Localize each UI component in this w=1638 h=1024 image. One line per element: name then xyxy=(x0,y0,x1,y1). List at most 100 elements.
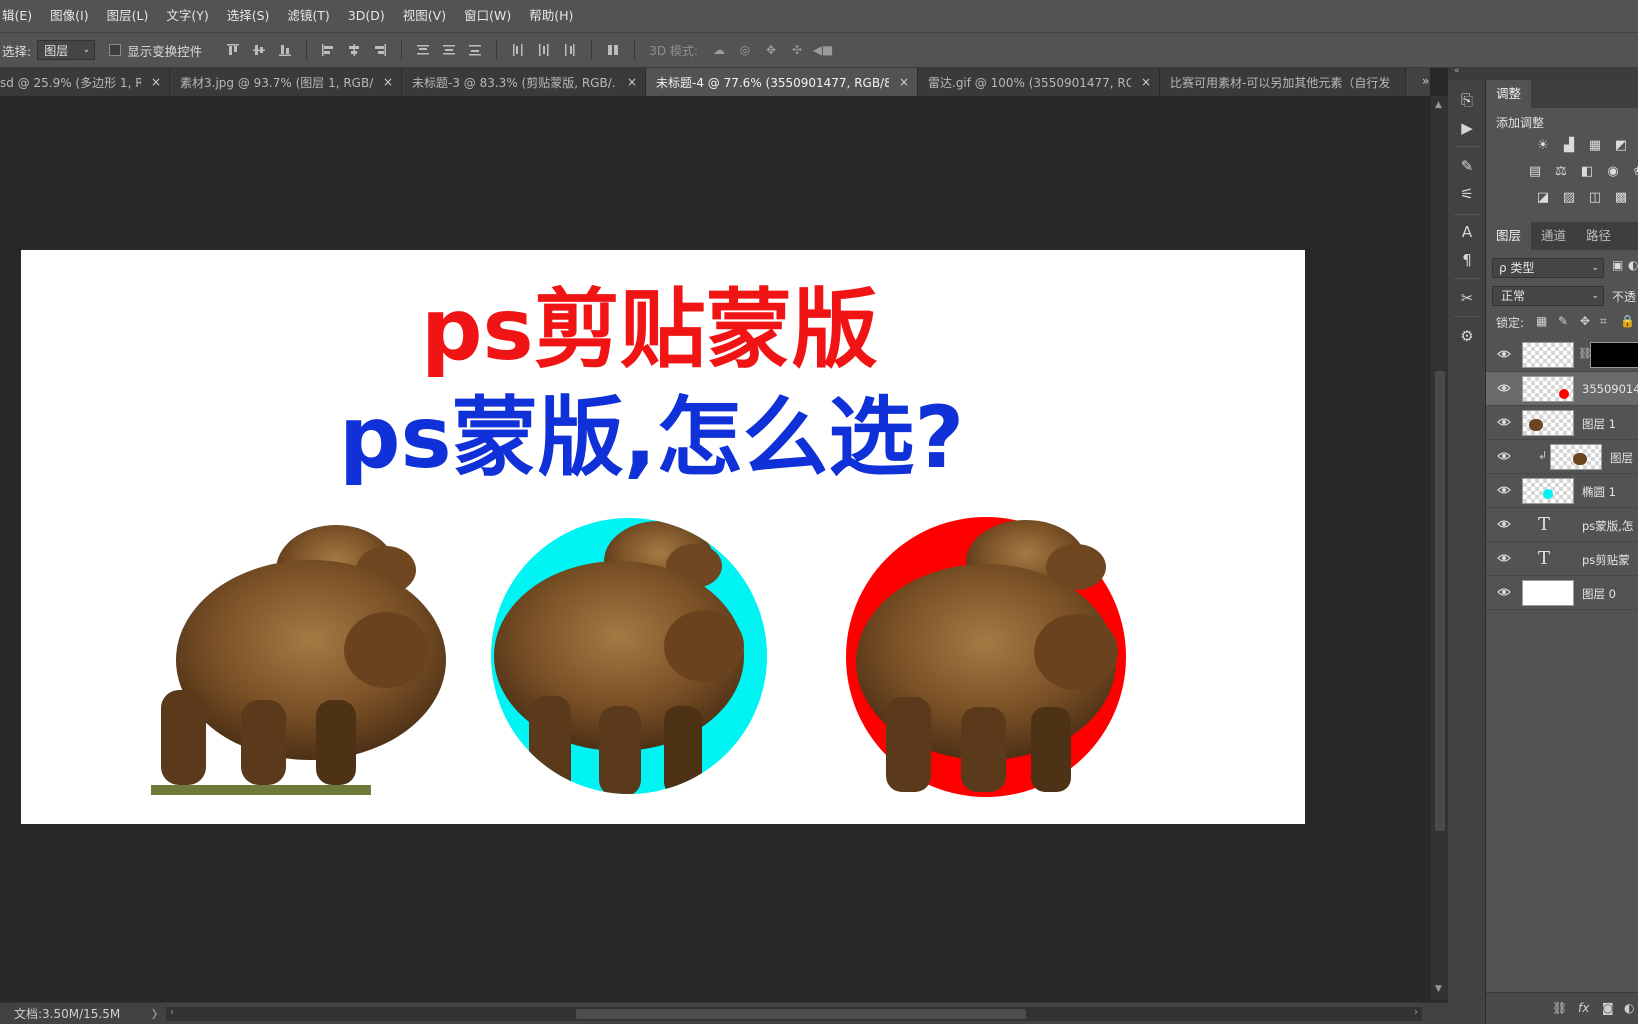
distribute-bottom-icon[interactable] xyxy=(466,41,484,59)
filter-pixel-icon[interactable]: ▣ xyxy=(1612,258,1623,272)
exposure-icon[interactable]: ◩ xyxy=(1612,136,1630,154)
blend-mode-dropdown[interactable]: 正常 ⌄ xyxy=(1492,286,1604,306)
layer-name[interactable]: 355090147 xyxy=(1582,382,1638,396)
posterize-icon[interactable]: ▨ xyxy=(1560,188,1578,206)
3d-pan-icon[interactable]: ✥ xyxy=(762,41,780,59)
close-icon[interactable]: × xyxy=(627,75,637,89)
align-right-icon[interactable] xyxy=(371,41,389,59)
align-left-icon[interactable] xyxy=(319,41,337,59)
scroll-left-icon[interactable]: ‹ xyxy=(170,1007,174,1018)
horizontal-scroll-thumb[interactable] xyxy=(576,1009,1026,1019)
tab-document-6[interactable]: 比赛可用素材-可以另加其他元素（自行发 xyxy=(1160,68,1406,96)
close-icon[interactable]: × xyxy=(151,75,161,89)
align-top-icon[interactable] xyxy=(224,41,242,59)
layer-name[interactable]: 图层 1 xyxy=(1582,416,1616,432)
channel-mixer-icon[interactable]: ❀ xyxy=(1630,162,1638,180)
layer-row[interactable]: 椭圆 1 xyxy=(1486,474,1638,508)
brush-settings-icon[interactable]: ✎ xyxy=(1457,156,1477,176)
layer-name[interactable]: ps蒙版,怎 xyxy=(1582,518,1633,534)
tab-document-5[interactable]: 雷达.gif @ 100% (3550901477, RGB... × xyxy=(918,68,1160,96)
layer-row[interactable]: 图层 1 xyxy=(1486,406,1638,440)
fx-icon[interactable]: fx xyxy=(1578,1001,1589,1015)
threshold-icon[interactable]: ◫ xyxy=(1586,188,1604,206)
horizontal-scrollbar[interactable]: ‹ › xyxy=(166,1007,1422,1021)
show-transform-checkbox[interactable] xyxy=(109,44,122,56)
align-vcenter-icon[interactable] xyxy=(250,41,268,59)
lock-position-icon[interactable]: ✥ xyxy=(1580,314,1590,328)
close-icon[interactable]: × xyxy=(899,75,909,89)
document-size-status[interactable]: 文档:3.50M/15.5M xyxy=(14,1005,150,1022)
3d-scale-icon[interactable]: ◀■ xyxy=(813,41,834,59)
eye-icon[interactable] xyxy=(1497,383,1511,393)
properties-icon[interactable]: ⚙ xyxy=(1457,326,1477,346)
layer-row-selected[interactable]: 355090147 xyxy=(1486,372,1638,406)
menu-filter[interactable]: 滤镜(T) xyxy=(278,0,338,32)
scroll-up-icon[interactable]: ▲ xyxy=(1435,100,1442,110)
tab-layers[interactable]: 图层 xyxy=(1486,222,1532,250)
tab-document-1[interactable]: sd @ 25.9% (多边形 1, R... × xyxy=(0,68,170,96)
3d-slide-icon[interactable]: ✣ xyxy=(788,41,806,59)
black-white-icon[interactable]: ◧ xyxy=(1578,162,1596,180)
auto-select-dropdown[interactable]: 图层 ⌄ xyxy=(37,40,96,60)
filter-adjustment-icon[interactable]: ◐ xyxy=(1628,258,1638,272)
menu-window[interactable]: 窗口(W) xyxy=(455,0,520,32)
adjustment-layer-icon[interactable]: ◐ xyxy=(1624,1001,1634,1015)
hue-saturation-icon[interactable]: ▤ xyxy=(1526,162,1544,180)
menu-image[interactable]: 图像(I) xyxy=(41,0,97,32)
vertical-scrollbar[interactable]: ▲ ▼ xyxy=(1430,96,1448,1000)
eye-icon[interactable] xyxy=(1497,417,1511,427)
tab-overflow-icon[interactable]: » xyxy=(1422,74,1429,88)
layer-name[interactable]: 椭圆 1 xyxy=(1582,484,1616,500)
layer-name[interactable]: 图层 0 xyxy=(1582,586,1616,602)
paragraph-icon[interactable]: ¶ xyxy=(1457,250,1477,270)
menu-layer[interactable]: 图层(L) xyxy=(98,0,158,32)
lock-image-icon[interactable]: ✎ xyxy=(1558,314,1568,328)
layer-filter-dropdown[interactable]: ρ 类型 ⌄ xyxy=(1492,258,1604,278)
lock-artboard-icon[interactable]: ⌗ xyxy=(1600,314,1607,329)
photo-filter-icon[interactable]: ◉ xyxy=(1604,162,1622,180)
lock-transparent-icon[interactable]: ▦ xyxy=(1536,314,1547,328)
layer-row[interactable]: ↲ 图层 xyxy=(1486,440,1638,474)
tab-document-3[interactable]: 未标题-3 @ 83.3% (剪贴蒙版, RGB/... × xyxy=(402,68,646,96)
eye-icon[interactable] xyxy=(1497,485,1511,495)
distribute-right-icon[interactable] xyxy=(561,41,579,59)
menu-select[interactable]: 选择(S) xyxy=(218,0,279,32)
eye-icon[interactable] xyxy=(1497,349,1511,359)
curves-icon[interactable]: ▦ xyxy=(1586,136,1604,154)
eye-icon[interactable] xyxy=(1497,519,1511,529)
menu-type[interactable]: 文字(Y) xyxy=(157,0,217,32)
distribute-hcenter-icon[interactable] xyxy=(535,41,553,59)
status-menu-icon[interactable]: 〉 xyxy=(152,1006,163,1022)
scroll-right-icon[interactable]: › xyxy=(1414,1007,1418,1018)
layer-row[interactable]: 图层 0 xyxy=(1486,576,1638,610)
align-hcenter-icon[interactable] xyxy=(345,41,363,59)
link-layers-icon[interactable]: ⛓ xyxy=(1552,1001,1567,1015)
tab-channels[interactable]: 通道 xyxy=(1531,222,1576,250)
gradient-map-icon[interactable]: ▩ xyxy=(1612,188,1630,206)
collapse-panels-icon[interactable]: « xyxy=(1454,66,1460,76)
invert-icon[interactable]: ◪ xyxy=(1534,188,1552,206)
layer-name[interactable]: ps剪贴蒙 xyxy=(1582,552,1630,568)
tool-presets-icon[interactable]: ⚟ xyxy=(1457,184,1477,204)
menu-edit[interactable]: 辑(E) xyxy=(0,0,41,32)
document-canvas[interactable]: ps剪贴蒙版 ps蒙版,怎么选? xyxy=(21,250,1305,824)
eye-icon[interactable] xyxy=(1497,451,1511,461)
align-bottom-icon[interactable] xyxy=(276,41,294,59)
tab-paths[interactable]: 路径 xyxy=(1576,222,1621,250)
menu-view[interactable]: 视图(V) xyxy=(394,0,455,32)
tools-scissors-icon[interactable]: ✂ xyxy=(1457,288,1477,308)
distribute-left-icon[interactable] xyxy=(509,41,527,59)
scroll-down-icon[interactable]: ▼ xyxy=(1435,984,1442,994)
levels-icon[interactable]: ▟ xyxy=(1560,136,1578,154)
layer-name[interactable]: 图层 xyxy=(1610,450,1633,466)
tab-document-4-active[interactable]: 未标题-4 @ 77.6% (3550901477, RGB/8#) * × xyxy=(646,68,918,96)
history-icon[interactable]: ⎘ xyxy=(1457,90,1477,110)
tab-document-2[interactable]: 素材3.jpg @ 93.7% (图层 1, RGB/... × xyxy=(170,68,402,96)
character-icon[interactable]: A xyxy=(1457,222,1477,242)
menu-3d[interactable]: 3D(D) xyxy=(339,0,394,32)
layer-row[interactable]: T ps蒙版,怎 xyxy=(1486,508,1638,542)
actions-play-icon[interactable]: ▶ xyxy=(1457,118,1477,138)
3d-roll-icon[interactable]: ◎ xyxy=(736,41,754,59)
eye-icon[interactable] xyxy=(1497,587,1511,597)
eye-icon[interactable] xyxy=(1497,553,1511,563)
